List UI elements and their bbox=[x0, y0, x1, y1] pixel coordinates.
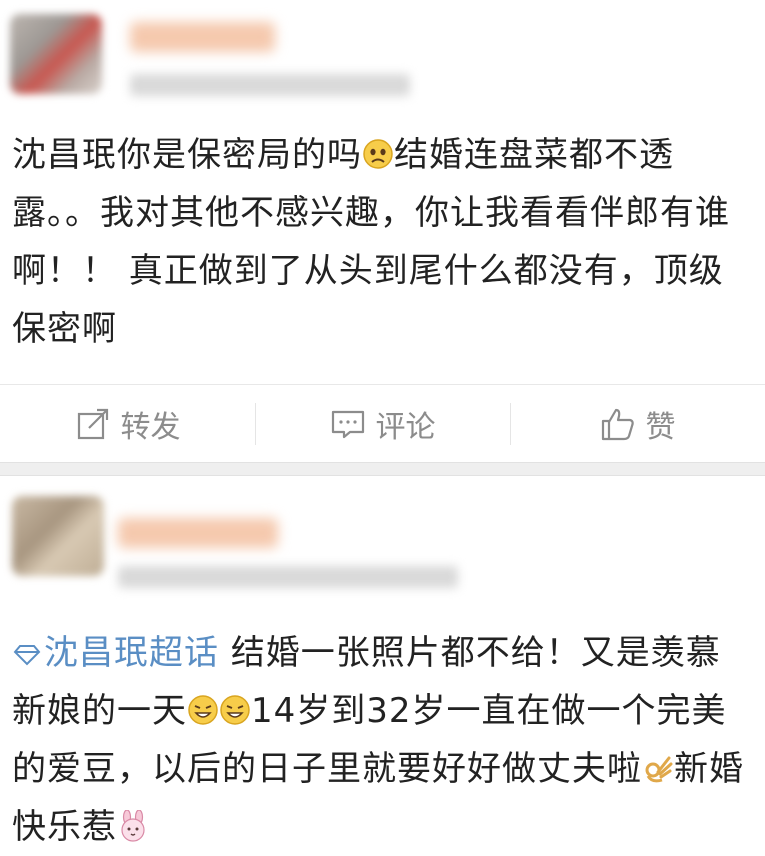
post-meta-blurred bbox=[118, 566, 458, 588]
comment-icon bbox=[331, 410, 364, 439]
post-body: 沈昌珉你是保密局的吗 结婚连盘菜都不透露。。我对其他不感兴趣，你让我看看伴郎有谁啊… bbox=[12, 126, 751, 358]
thumbs-up-icon bbox=[601, 408, 634, 441]
topic-link[interactable]: 沈昌珉超话 bbox=[12, 633, 219, 673]
topic-label: 沈昌珉超话 bbox=[44, 633, 219, 673]
repost-button[interactable]: 转发 bbox=[0, 385, 255, 463]
sad-face-icon bbox=[363, 139, 393, 169]
diamond-topic-icon bbox=[13, 644, 41, 665]
username-blurred[interactable] bbox=[130, 22, 275, 52]
comment-label: 评论 bbox=[375, 410, 436, 445]
post-text-start: 沈昌珉你是保密局的吗 bbox=[12, 135, 362, 175]
like-button[interactable]: 赞 bbox=[510, 385, 765, 463]
username-blurred[interactable] bbox=[118, 518, 278, 548]
post-meta-blurred bbox=[130, 74, 410, 96]
weibo-post-2: 沈昌珉超话 结婚一张照片都不给！又是羡慕新娘的一天 14岁到32岁一直在做一个完美… bbox=[0, 476, 765, 847]
grin-face-icon bbox=[220, 695, 250, 725]
like-label: 赞 bbox=[645, 410, 676, 445]
comment-button[interactable]: 评论 bbox=[255, 385, 510, 463]
avatar-blurred[interactable] bbox=[10, 14, 102, 94]
avatar-blurred[interactable] bbox=[12, 496, 104, 576]
weibo-post-1: 沈昌珉你是保密局的吗 结婚连盘菜都不透露。。我对其他不感兴趣，你让我看看伴郎有谁啊… bbox=[0, 0, 765, 462]
grin-face-icon bbox=[188, 695, 218, 725]
bunny-face-icon bbox=[121, 810, 145, 842]
repost-label: 转发 bbox=[120, 410, 181, 445]
action-bar: 转发 评论 赞 bbox=[0, 384, 765, 463]
post-body: 沈昌珉超话 结婚一张照片都不给！又是羡慕新娘的一天 14岁到32岁一直在做一个完美… bbox=[12, 624, 751, 856]
repost-icon bbox=[77, 408, 108, 440]
ok-hand-icon bbox=[645, 756, 673, 783]
post-separator bbox=[0, 462, 765, 476]
